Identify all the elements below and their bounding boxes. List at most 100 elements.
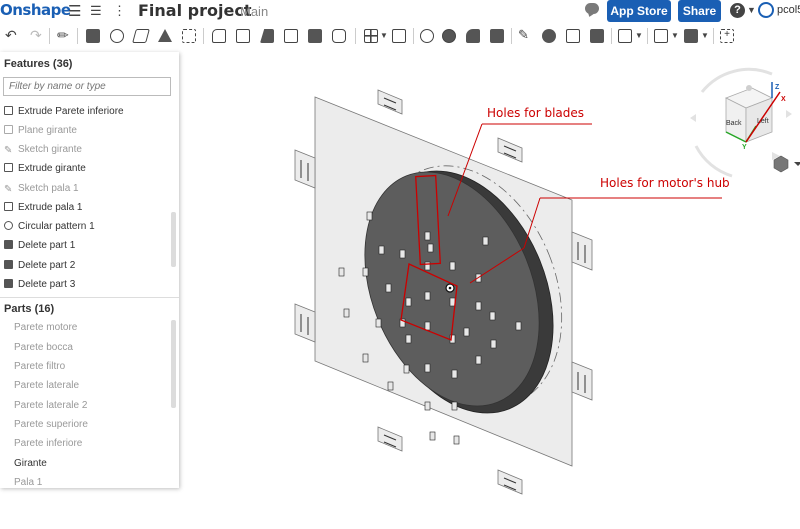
part-item-parete-laterale-2[interactable]: Parete laterale 2 bbox=[14, 397, 87, 415]
feature-label: Delete part 2 bbox=[18, 260, 76, 271]
plane-icon[interactable] bbox=[618, 29, 632, 43]
panel-divider bbox=[0, 297, 179, 298]
sketch-icon: ✎ bbox=[4, 184, 13, 195]
toolbar-divider bbox=[511, 28, 512, 44]
replace-face-icon[interactable] bbox=[566, 29, 580, 43]
feature-label: Delete part 1 bbox=[18, 240, 76, 251]
model-canvas[interactable] bbox=[180, 52, 800, 524]
part-item-parete-laterale[interactable]: Parete laterale bbox=[14, 377, 79, 395]
graphics-viewport[interactable]: Holes for blades Holes for motor's hub B… bbox=[180, 52, 800, 524]
redo-icon[interactable]: ↷ bbox=[30, 27, 42, 44]
thicken-icon[interactable] bbox=[182, 29, 196, 43]
delete-part-icon[interactable] bbox=[490, 29, 504, 43]
linear-pattern-icon[interactable] bbox=[364, 29, 378, 43]
part-item-parete-inferiore[interactable]: Parete inferiore bbox=[14, 435, 82, 453]
document-title[interactable]: Final project bbox=[138, 1, 251, 20]
feature-item-extrude-pala-1[interactable]: Extrude pala 1 bbox=[4, 199, 83, 217]
feature-label: Plane girante bbox=[18, 125, 77, 136]
transform-icon[interactable] bbox=[466, 29, 480, 43]
top-bar: Onshape ☰ ☰ ⋮ Final project Main App Sto… bbox=[0, 0, 800, 24]
feature-item-plane-girante[interactable]: Plane girante bbox=[4, 122, 77, 140]
extrude-icon bbox=[4, 163, 13, 172]
features-scrollbar[interactable] bbox=[171, 212, 176, 267]
blades-annotation: Holes for blades bbox=[487, 106, 585, 120]
offset-surface-icon[interactable] bbox=[590, 29, 604, 43]
part-item-parete-bocca[interactable]: Parete bocca bbox=[14, 339, 73, 357]
onshape-logo[interactable]: Onshape bbox=[0, 1, 71, 19]
toolbar-divider bbox=[647, 28, 648, 44]
add-custom-feature-icon[interactable]: + bbox=[720, 29, 734, 43]
help-icon[interactable]: ? bbox=[730, 3, 745, 18]
view-cube-y-label: Y bbox=[742, 144, 747, 151]
mate-caret-icon[interactable]: ▼ bbox=[671, 31, 679, 40]
username[interactable]: pcol5 bbox=[777, 4, 800, 16]
boolean-icon[interactable] bbox=[420, 29, 434, 43]
part-item-pala-1[interactable]: Pala 1 bbox=[14, 474, 42, 488]
pattern-caret-icon[interactable]: ▼ bbox=[380, 31, 388, 40]
delete-part-icon bbox=[4, 279, 13, 288]
draft-icon[interactable] bbox=[260, 29, 274, 43]
view-cube-x-label: X bbox=[781, 96, 786, 103]
feature-item-delete-part-1[interactable]: Delete part 1 bbox=[4, 237, 75, 255]
move-face-icon[interactable] bbox=[542, 29, 556, 43]
split-icon[interactable] bbox=[442, 29, 456, 43]
part-item-parete-motore[interactable]: Parete motore bbox=[14, 319, 77, 337]
feature-item-sketch-pala-1[interactable]: ✎ Sketch pala 1 bbox=[4, 180, 79, 198]
extrude-icon[interactable] bbox=[86, 29, 100, 43]
feature-item-circular-pattern-1[interactable]: Circular pattern 1 bbox=[4, 218, 95, 236]
sheet-metal-caret-icon[interactable]: ▼ bbox=[701, 31, 709, 40]
part-item-parete-superiore[interactable]: Parete superiore bbox=[14, 416, 88, 434]
user-avatar-icon[interactable] bbox=[758, 2, 774, 18]
feature-list-toggle-icon[interactable]: ☰ bbox=[90, 3, 102, 19]
modify-fillet-icon[interactable]: ✎ bbox=[518, 27, 529, 43]
view-cube-left-label[interactable]: Left bbox=[757, 118, 769, 125]
menu-icon[interactable]: ☰ bbox=[68, 2, 81, 20]
display-mode-icon bbox=[773, 155, 800, 173]
app-store-button[interactable]: App Store bbox=[607, 0, 671, 22]
feature-label: Delete part 3 bbox=[18, 279, 76, 290]
instance-list-icon[interactable]: ⋮ bbox=[113, 3, 126, 19]
toolbar-divider bbox=[713, 28, 714, 44]
mirror-icon[interactable] bbox=[392, 29, 406, 43]
comments-icon[interactable] bbox=[585, 3, 599, 14]
share-button[interactable]: Share bbox=[678, 0, 721, 22]
loft-icon[interactable] bbox=[158, 29, 172, 42]
toolbar-divider bbox=[413, 28, 414, 44]
undo-icon[interactable]: ↶ bbox=[5, 27, 17, 44]
feature-item-delete-part-3[interactable]: Delete part 3 bbox=[4, 276, 75, 294]
feature-label: Extrude girante bbox=[18, 163, 86, 174]
sketch-icon[interactable]: ✏ bbox=[57, 27, 69, 44]
sweep-icon[interactable] bbox=[132, 29, 150, 43]
plane-icon bbox=[4, 125, 13, 134]
feature-toolbar: ↶ ↷ ✏ ▼ ✎ ▼ ▼ ▼ + bbox=[0, 24, 800, 50]
feature-filter-input[interactable] bbox=[3, 77, 171, 96]
hole-icon[interactable] bbox=[332, 29, 346, 43]
hub-annotation: Holes for motor's hub bbox=[600, 176, 730, 190]
delete-part-icon bbox=[4, 240, 13, 249]
feature-label: Extrude Parete inferiore bbox=[18, 106, 124, 117]
view-cube-back-label[interactable]: Back bbox=[726, 120, 742, 127]
help-caret-icon[interactable]: ▼ bbox=[747, 5, 756, 15]
rib-icon[interactable] bbox=[284, 29, 298, 43]
sheet-metal-icon[interactable] bbox=[684, 29, 698, 43]
feature-item-sketch-girante[interactable]: ✎ Sketch girante bbox=[4, 141, 82, 159]
extrude-icon bbox=[4, 106, 13, 115]
part-item-parete-filtro[interactable]: Parete filtro bbox=[14, 358, 65, 376]
feature-item-extrude-parete-inferiore[interactable]: Extrude Parete inferiore bbox=[4, 103, 124, 121]
delete-part-icon bbox=[4, 260, 13, 269]
revolve-icon[interactable] bbox=[110, 29, 124, 43]
toolbar-divider bbox=[203, 28, 204, 44]
features-heading: Features (36) bbox=[4, 58, 73, 70]
part-item-girante[interactable]: Girante bbox=[14, 455, 47, 473]
feature-item-delete-part-2[interactable]: Delete part 2 bbox=[4, 257, 75, 275]
parts-scrollbar[interactable] bbox=[171, 320, 176, 408]
chamfer-icon[interactable] bbox=[236, 29, 250, 43]
feature-label: Sketch pala 1 bbox=[18, 183, 79, 194]
shell-icon[interactable] bbox=[308, 29, 322, 43]
mate-connector-icon[interactable] bbox=[654, 29, 668, 43]
circular-pattern-icon bbox=[4, 221, 13, 230]
fillet-icon[interactable] bbox=[212, 29, 226, 43]
plane-caret-icon[interactable]: ▼ bbox=[635, 31, 643, 40]
workspace-label[interactable]: Main bbox=[240, 4, 268, 19]
feature-item-extrude-girante[interactable]: Extrude girante bbox=[4, 160, 86, 178]
